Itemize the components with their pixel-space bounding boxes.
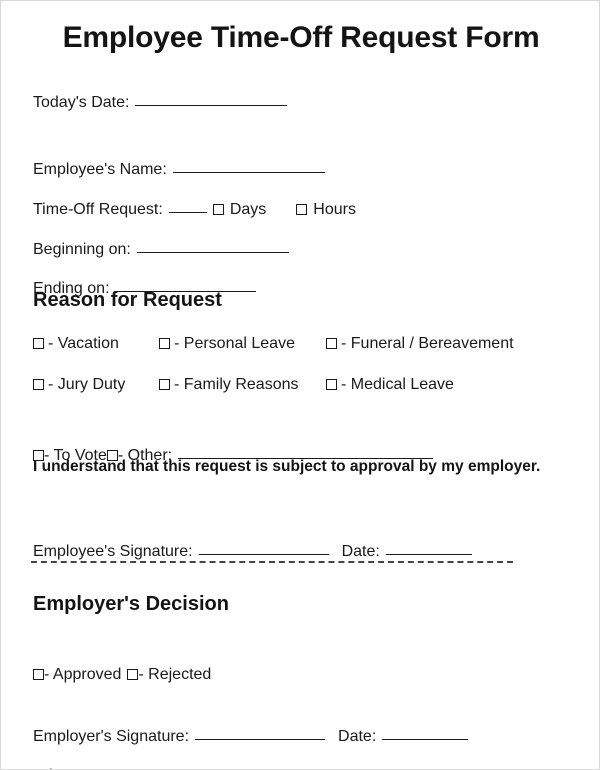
field-print-name: Print Name: xyxy=(33,766,263,770)
decision-separator: - xyxy=(138,666,144,683)
employer-signature-date-label: Date: xyxy=(338,728,377,745)
field-employee-signature: Employee's Signature: Date: xyxy=(33,542,472,560)
reason-option-funeral-bereavement[interactable]: - Funeral / Bereavement xyxy=(326,336,514,352)
reason-other-input[interactable] xyxy=(178,445,434,459)
reason-label-family-reasons: Family Reasons xyxy=(183,376,299,393)
decision-separator: - xyxy=(44,666,50,683)
field-employer-signature: Employer's Signature: Date: xyxy=(33,726,469,745)
reason-separator: - xyxy=(48,335,54,352)
employee-name-label: Employee's Name: xyxy=(33,161,167,178)
checkbox-funeral-bereavement[interactable] xyxy=(326,338,337,349)
reason-label-funeral-bereavement: Funeral / Bereavement xyxy=(350,335,514,352)
checkbox-approved[interactable] xyxy=(33,669,44,680)
reason-option-personal-leave[interactable]: - Personal Leave xyxy=(159,336,295,352)
employer-decision-options: - Approved - Rejected xyxy=(33,667,211,683)
decision-option-rejected[interactable]: - Rejected xyxy=(127,666,211,683)
print-name-input[interactable] xyxy=(123,765,263,769)
checkbox-personal-leave[interactable] xyxy=(159,338,170,349)
checkbox-days[interactable] xyxy=(212,204,224,215)
reason-options-row-2: - Jury Duty - Family Reasons - Medical L… xyxy=(33,377,553,395)
reason-label-medical-leave: Medical Leave xyxy=(350,376,454,393)
checkbox-jury-duty[interactable] xyxy=(33,379,44,390)
checkbox-family-reasons[interactable] xyxy=(159,379,170,390)
hours-label: Hours xyxy=(313,201,356,218)
employee-signature-date-input[interactable] xyxy=(385,541,472,555)
reason-option-family-reasons[interactable]: - Family Reasons xyxy=(159,377,298,393)
employee-name-input[interactable] xyxy=(172,159,325,173)
days-label: Days xyxy=(229,201,267,218)
reason-label-personal-leave: Personal Leave xyxy=(183,335,295,352)
page-content: Employee Time-Off Request Form Today's D… xyxy=(1,1,599,769)
reason-separator: - xyxy=(174,335,180,352)
employee-signature-date-label: Date: xyxy=(341,543,380,560)
reason-option-vacation[interactable]: - Vacation xyxy=(33,336,119,352)
employer-signature-date-input[interactable] xyxy=(382,726,469,740)
beginning-on-input[interactable] xyxy=(136,239,289,253)
field-employee-name: Employee's Name: xyxy=(33,160,325,178)
decision-label-approved: Approved xyxy=(52,666,122,683)
reason-label-jury-duty: Jury Duty xyxy=(57,376,126,393)
employee-signature-label: Employee's Signature: xyxy=(33,543,193,560)
acknowledgement-statement: I understand that this request is subjec… xyxy=(33,458,541,475)
employer-signature-input[interactable] xyxy=(195,726,326,740)
reason-label-vacation: Vacation xyxy=(57,335,119,352)
checkbox-hours[interactable] xyxy=(296,204,308,215)
checkbox-vacation[interactable] xyxy=(33,338,44,349)
checkbox-medical-leave[interactable] xyxy=(326,379,337,390)
field-time-off-request: Time-Off Request: Days Hours xyxy=(33,200,356,218)
decision-label-rejected: Rejected xyxy=(148,666,212,683)
employee-signature-input[interactable] xyxy=(198,541,329,555)
reason-separator: - xyxy=(341,335,347,352)
page-title: Employee Time-Off Request Form xyxy=(62,21,540,54)
reason-separator: - xyxy=(48,376,54,393)
field-todays-date: Today's Date: xyxy=(33,92,288,111)
document-page: Employee Time-Off Request Form Today's D… xyxy=(0,0,600,770)
todays-date-input[interactable] xyxy=(135,92,288,106)
section-divider xyxy=(31,561,513,563)
time-off-amount-input[interactable] xyxy=(168,199,207,213)
todays-date-label: Today's Date: xyxy=(33,94,130,111)
checkbox-rejected[interactable] xyxy=(127,669,139,680)
beginning-on-label: Beginning on: xyxy=(33,241,131,258)
reason-separator: - xyxy=(174,376,180,393)
reason-section-heading: Reason for Request xyxy=(33,289,222,311)
decision-option-approved[interactable]: - Approved xyxy=(33,666,121,683)
reason-option-medical-leave[interactable]: - Medical Leave xyxy=(326,377,454,393)
reason-options-row-1: - Vacation - Personal Leave - Funeral / … xyxy=(33,336,553,354)
employer-signature-label: Employer's Signature: xyxy=(33,728,190,745)
reason-separator: - xyxy=(341,376,347,393)
time-off-request-label: Time-Off Request: xyxy=(33,201,163,218)
employer-section-heading: Employer's Decision xyxy=(33,593,229,615)
reason-option-jury-duty[interactable]: - Jury Duty xyxy=(33,377,125,393)
field-beginning-on: Beginning on: xyxy=(33,240,289,258)
